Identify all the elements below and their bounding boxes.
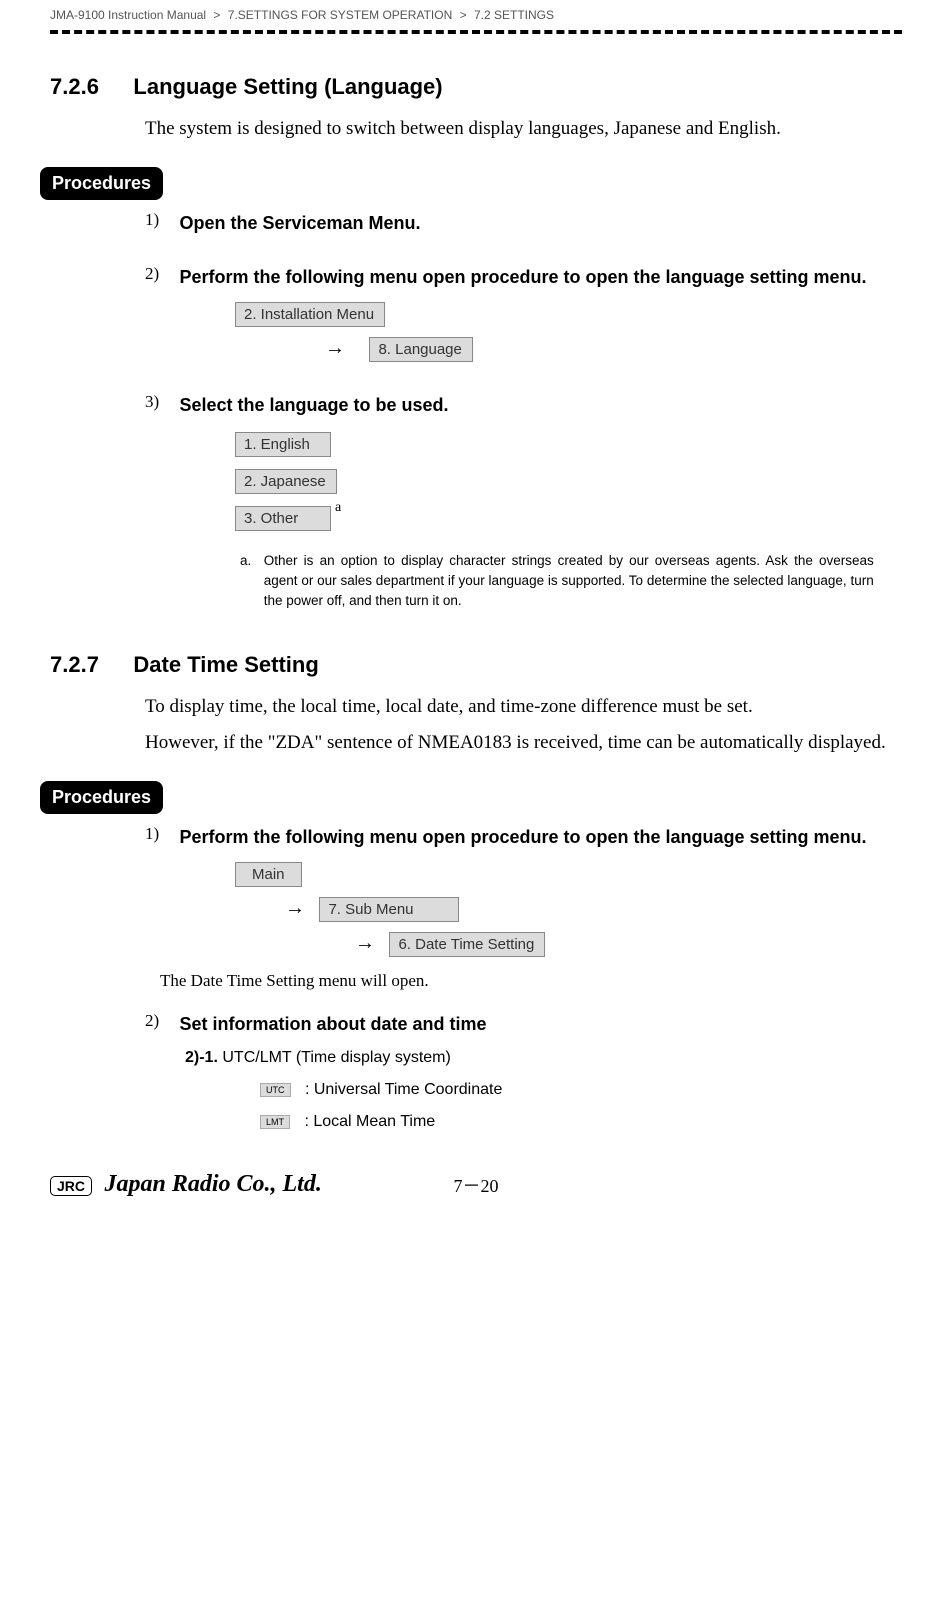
substep-text: UTC/LMT (Time display system) [222,1049,450,1066]
breadcrumb-sep: > [213,8,220,22]
page-footer: JRC Japan Radio Co., Ltd. 7－20 [50,1171,902,1208]
language-options: 1. English 2. Japanese 3. Other a [235,432,902,531]
lmt-row: LMT : Local Mean Time [260,1113,902,1131]
jrc-logo: JRC [50,1176,92,1196]
section-title: Language Setting (Language) [133,74,442,99]
section-heading-726: 7.2.6 Language Setting (Language) [50,74,902,100]
substep-2-1: 2)-1. UTC/LMT (Time display system) [185,1049,902,1067]
step-number: 3) [145,392,175,412]
breadcrumb-sep: > [460,8,467,22]
utc-desc: : Universal Time Coordinate [305,1081,502,1098]
company-name: Japan Radio Co., Ltd. [104,1171,321,1197]
arrow-right-icon: → [355,932,375,954]
procedures-label: Procedures [40,781,163,814]
option-english-button[interactable]: 1. English [235,432,331,457]
step-title: Open the Serviceman Menu. [179,210,879,236]
section-number: 7.2.6 [50,74,99,99]
step-number: 2) [145,1011,175,1031]
step-2: 2) Set information about date and time [145,1011,902,1037]
step-1: 1) Perform the following menu open proce… [145,824,902,850]
breadcrumb: JMA-9100 Instruction Manual > 7.SETTINGS… [50,0,902,22]
menu-open-note: The Date Time Setting menu will open. [160,971,902,991]
menu-path: Main → 7. Sub Menu → 6. Date Time Settin… [235,862,902,957]
menu-sub-button[interactable]: 7. Sub Menu [319,897,459,922]
step-title: Perform the following menu open procedur… [179,824,879,850]
breadcrumb-chapter: 7.SETTINGS FOR SYSTEM OPERATION [228,8,452,22]
footnote-text: Other is an option to display character … [264,551,874,612]
menu-path: 2. Installation Menu → 8. Language [235,302,902,362]
menu-install-button[interactable]: 2. Installation Menu [235,302,385,327]
step-3: 3) Select the language to be used. [145,392,902,418]
step-number: 1) [145,824,175,844]
section-number: 7.2.7 [50,652,99,677]
step-1: 1) Open the Serviceman Menu. [145,210,902,236]
arrow-right-icon: → [285,897,305,919]
step-title: Perform the following menu open procedur… [179,264,879,290]
procedures-label: Procedures [40,167,163,200]
utc-row: UTC : Universal Time Coordinate [260,1081,902,1099]
footnote-letter: a. [240,551,260,571]
step-number: 2) [145,264,175,284]
lmt-desc: : Local Mean Time [304,1113,435,1130]
arrow-right-icon: → [325,337,345,359]
menu-language-button[interactable]: 8. Language [369,337,472,362]
section-intro: The system is designed to switch between… [145,116,902,143]
section-heading-727: 7.2.7 Date Time Setting [50,652,902,678]
section-title: Date Time Setting [133,652,318,677]
breadcrumb-section: 7.2 SETTINGS [474,8,554,22]
page-number: 7－20 [454,1172,499,1198]
section-intro-2: However, if the "ZDA" sentence of NMEA01… [145,730,902,757]
footnote: a. Other is an option to display charact… [240,551,880,612]
step-number: 1) [145,210,175,230]
menu-main-button[interactable]: Main [235,862,302,887]
option-japanese-button[interactable]: 2. Japanese [235,469,337,494]
menu-date-time-button[interactable]: 6. Date Time Setting [389,932,545,957]
footnote-ref: a [335,500,341,516]
option-other-button[interactable]: 3. Other [235,506,331,531]
step-2: 2) Perform the following menu open proce… [145,264,902,290]
breadcrumb-manual: JMA-9100 Instruction Manual [50,8,206,22]
step-title: Set information about date and time [179,1011,879,1037]
substep-number: 2)-1. [185,1049,218,1066]
section-intro-1: To display time, the local time, local d… [145,694,902,721]
lmt-chip[interactable]: LMT [260,1115,290,1129]
dashed-divider [50,30,902,34]
step-title: Select the language to be used. [179,392,879,418]
utc-chip[interactable]: UTC [260,1083,291,1097]
